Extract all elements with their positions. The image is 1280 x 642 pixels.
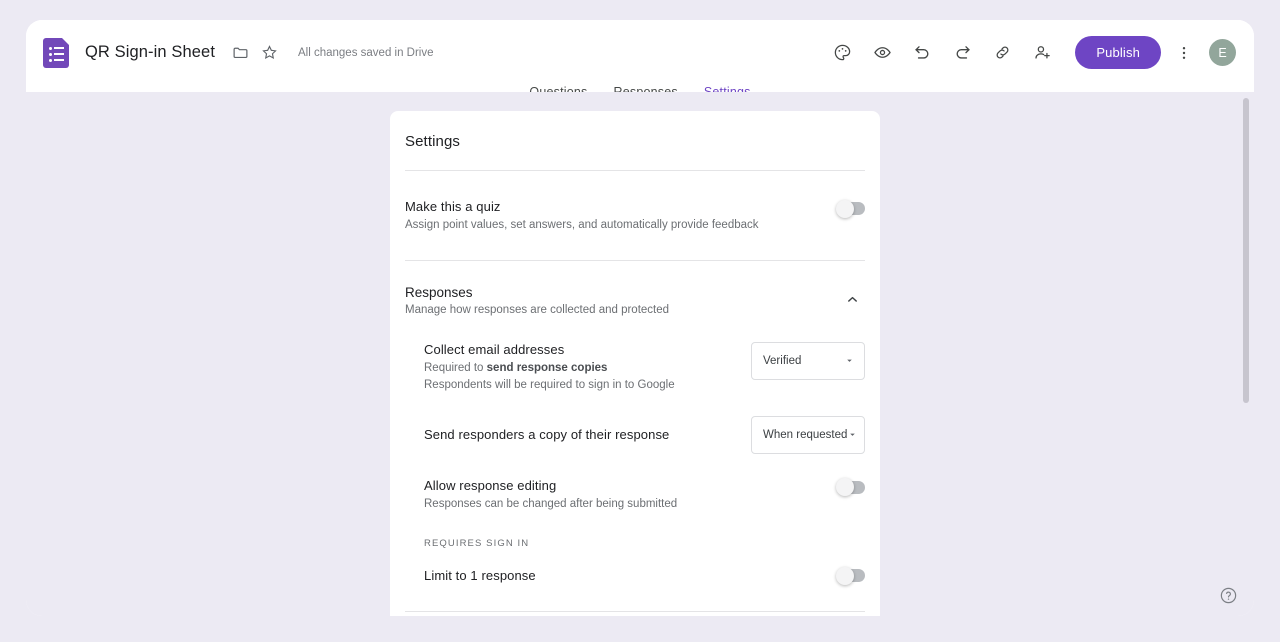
more-vertical-icon[interactable] xyxy=(1167,36,1201,70)
settings-scroll-area: Settings Make this a quiz Assign point v… xyxy=(26,92,1254,616)
collect-email-title: Collect email addresses xyxy=(424,341,565,357)
allow-editing-toggle[interactable] xyxy=(836,478,865,497)
responses-section-title: Responses xyxy=(405,284,473,300)
make-quiz-title: Make this a quiz xyxy=(405,199,501,214)
setting-row-make-quiz: Make this a quiz Assign point values, se… xyxy=(390,199,880,234)
add-person-icon[interactable] xyxy=(1025,36,1059,70)
collect-email-sub-prefix: Required to xyxy=(424,361,487,374)
responses-section-subtitle: Manage how responses are collected and p… xyxy=(405,303,670,316)
chevron-down-icon xyxy=(844,355,855,366)
publish-button[interactable]: Publish xyxy=(1075,36,1161,69)
subheading-requires-sign-in: Requires sign in xyxy=(424,538,530,550)
allow-editing-title: Allow response editing xyxy=(424,477,557,493)
collect-email-dropdown-value: Verified xyxy=(763,354,802,367)
help-circle-icon[interactable] xyxy=(1216,583,1240,607)
vertical-scrollbar[interactable] xyxy=(1242,98,1250,610)
document-title[interactable]: QR Sign-in Sheet xyxy=(85,43,215,62)
send-copy-texts: Send responders a copy of their response xyxy=(424,427,751,442)
chevron-down-icon xyxy=(847,429,858,440)
limit-one-title: Limit to 1 response xyxy=(424,568,536,584)
forms-logo-lines xyxy=(49,46,64,62)
limit-one-texts: Limit to 1 response xyxy=(424,568,837,583)
section-header-presentation[interactable]: Presentation Manage how the form and res… xyxy=(390,612,880,616)
setting-row-collect-email: Collect email addresses Required to send… xyxy=(390,341,880,394)
setting-row-limit-one-response: Limit to 1 response xyxy=(390,566,880,585)
divider xyxy=(405,170,865,171)
folder-icon[interactable] xyxy=(227,40,253,66)
limit-one-toggle[interactable] xyxy=(836,566,865,585)
make-quiz-toggle[interactable] xyxy=(836,199,865,218)
setting-row-send-copy: Send responders a copy of their response… xyxy=(390,415,880,454)
redo-icon[interactable] xyxy=(945,36,979,70)
google-forms-icon[interactable] xyxy=(43,37,69,68)
setting-row-allow-editing: Allow response editing Responses can be … xyxy=(390,478,880,513)
star-icon[interactable] xyxy=(256,40,282,66)
collect-email-texts: Collect email addresses Required to send… xyxy=(424,342,751,394)
toggle-knob xyxy=(836,478,854,497)
page-title: Settings xyxy=(405,133,460,150)
make-quiz-texts: Make this a quiz Assign point values, se… xyxy=(405,199,837,234)
screen: QR Sign-in Sheet All changes saved in Dr… xyxy=(0,0,1280,642)
app-window: QR Sign-in Sheet All changes saved in Dr… xyxy=(26,20,1254,616)
undo-icon[interactable] xyxy=(905,36,939,70)
collect-email-sub-line2: Respondents will be required to sign in … xyxy=(424,379,675,392)
save-status: All changes saved in Drive xyxy=(298,46,434,59)
collect-email-sub-line1: Required to send response copies xyxy=(424,361,751,377)
toggle-knob xyxy=(836,199,854,218)
app-header: QR Sign-in Sheet All changes saved in Dr… xyxy=(26,20,1254,85)
section-header-responses[interactable]: Responses Manage how responses are colle… xyxy=(390,261,880,316)
send-copy-dropdown-value: When requested xyxy=(763,428,848,441)
responses-section-texts: Responses Manage how responses are colle… xyxy=(405,285,839,316)
collect-email-dropdown[interactable]: Verified xyxy=(751,341,865,380)
eye-preview-icon[interactable] xyxy=(865,36,899,70)
link-icon[interactable] xyxy=(985,36,1019,70)
make-quiz-subtitle: Assign point values, set answers, and au… xyxy=(405,219,759,231)
settings-card: Settings Make this a quiz Assign point v… xyxy=(390,111,880,616)
avatar[interactable]: E xyxy=(1209,39,1236,66)
send-copy-title: Send responders a copy of their response xyxy=(424,427,670,443)
collect-email-sub-bold: send response copies xyxy=(486,361,608,374)
send-copy-dropdown[interactable]: When requested xyxy=(751,415,865,454)
allow-editing-texts: Allow response editing Responses can be … xyxy=(424,478,837,513)
palette-icon[interactable] xyxy=(825,36,859,70)
chevron-up-icon[interactable] xyxy=(839,287,865,313)
allow-editing-subtitle: Responses can be changed after being sub… xyxy=(424,497,678,510)
scrollbar-thumb[interactable] xyxy=(1243,98,1249,403)
toggle-knob xyxy=(836,566,854,585)
